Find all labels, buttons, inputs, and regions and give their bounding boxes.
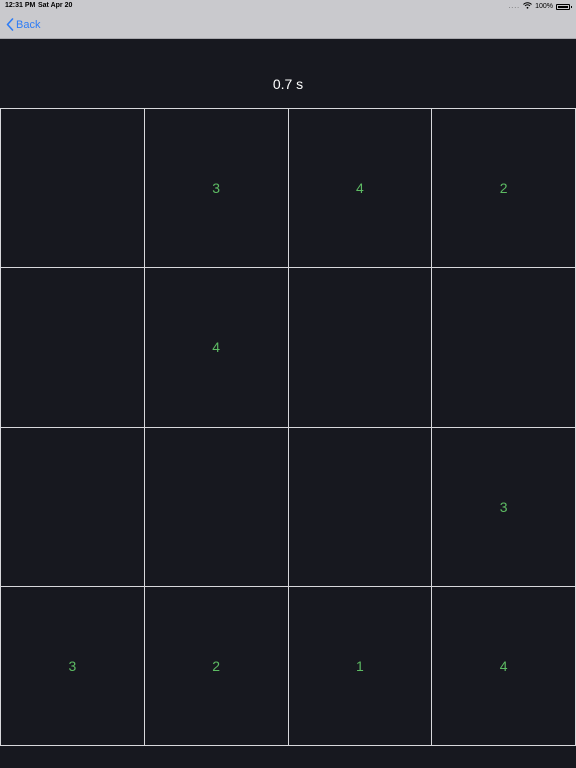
grid-cell[interactable] [432, 268, 576, 428]
back-label: Back [16, 18, 41, 31]
grid-cell[interactable] [288, 268, 433, 428]
status-time: 12:31 PM [5, 2, 36, 9]
status-date: Sat Apr 20 [38, 2, 73, 9]
status-right: .... 100% [508, 2, 572, 11]
grid-cell[interactable] [288, 427, 433, 587]
puzzle-grid: 3 4 2 4 3 3 2 1 4 [0, 108, 576, 746]
grid-cell[interactable]: 3 [432, 427, 576, 587]
grid-cell[interactable] [1, 109, 145, 269]
battery-icon [556, 3, 572, 10]
grid-cell[interactable]: 4 [144, 268, 289, 428]
grid-cell[interactable] [144, 427, 289, 587]
signal-dots: .... [508, 3, 521, 10]
grid-cell[interactable] [1, 427, 145, 587]
grid-cell[interactable]: 1 [288, 586, 433, 746]
grid-cell[interactable]: 2 [432, 109, 576, 269]
navigation-bar: Back [0, 12, 576, 39]
grid-cell[interactable]: 3 [144, 109, 289, 269]
grid-cell[interactable]: 2 [144, 586, 289, 746]
elapsed-timer: 0.7 s [272, 76, 304, 92]
grid-cell[interactable]: 4 [288, 109, 433, 269]
grid-cell[interactable] [1, 268, 145, 428]
battery-percent: 100% [535, 3, 553, 10]
back-button[interactable]: Back [6, 18, 40, 31]
wifi-icon [523, 2, 532, 11]
grid-cell[interactable]: 3 [1, 586, 145, 746]
status-bar: 12:31 PM Sat Apr 20 .... 100% [0, 0, 576, 12]
grid-cell[interactable]: 4 [432, 586, 576, 746]
chevron-left-icon [6, 18, 14, 31]
